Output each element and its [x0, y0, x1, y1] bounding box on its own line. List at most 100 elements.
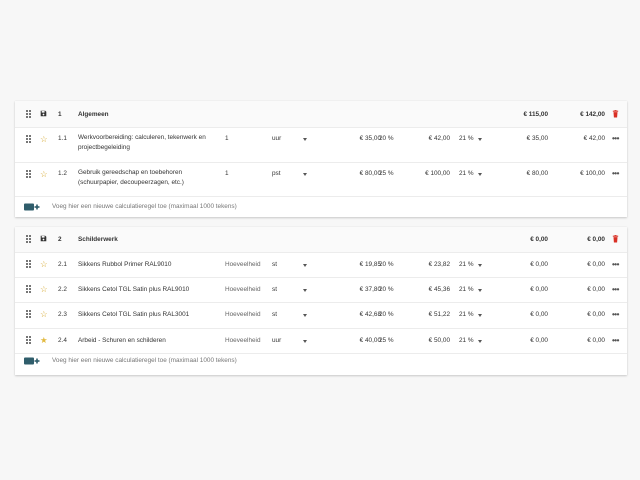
- section-total-incl: € 0,00: [587, 236, 605, 243]
- add-row[interactable]: Voeg hier een nieuwe calculatieregel toe…: [15, 353, 627, 375]
- section-title: Schilderwerk: [78, 236, 118, 243]
- row-vat[interactable]: 21 %: [459, 311, 474, 318]
- row-margin[interactable]: 20 %: [379, 286, 394, 293]
- save-icon[interactable]: [40, 235, 47, 242]
- row-margin[interactable]: 25 %: [379, 337, 394, 344]
- add-row[interactable]: Voeg hier een nieuwe calculatieregel toe…: [15, 196, 627, 217]
- row-unit[interactable]: st: [272, 311, 277, 318]
- add-row-icon[interactable]: [24, 356, 40, 366]
- row-quantity[interactable]: Hoeveelheid: [225, 337, 261, 344]
- row-quantity[interactable]: 1: [225, 135, 229, 142]
- section-total-excl: € 0,00: [530, 236, 548, 243]
- row-unit[interactable]: uur: [272, 135, 281, 142]
- caret-down-icon[interactable]: [303, 138, 307, 141]
- row-vat[interactable]: 21 %: [459, 170, 474, 177]
- star-icon[interactable]: ★: [40, 336, 48, 345]
- star-icon[interactable]: ☆: [40, 285, 48, 294]
- caret-down-icon[interactable]: [303, 173, 307, 176]
- row-price[interactable]: € 37,80: [360, 286, 381, 293]
- drag-handle-icon[interactable]: [26, 336, 32, 344]
- row-total-excl: € 0,00: [530, 337, 548, 344]
- row-total-excl: € 80,00: [526, 170, 548, 177]
- row-quantity[interactable]: Hoeveelheid: [225, 286, 261, 293]
- drag-handle-icon[interactable]: [26, 135, 32, 143]
- table-row[interactable]: ☆ 1.2 Gebruik gereedschap en toebehoren …: [15, 162, 627, 197]
- add-row-icon[interactable]: [24, 202, 40, 212]
- section-header: 1 Algemeen € 115,00 € 142,00: [15, 101, 627, 128]
- table-row[interactable]: ☆ 2.2 Sikkens Cetol TGL Satin plus RAL90…: [15, 277, 627, 303]
- caret-down-icon[interactable]: [478, 340, 482, 343]
- caret-down-icon[interactable]: [478, 314, 482, 317]
- row-total-excl: € 0,00: [530, 286, 548, 293]
- row-unit[interactable]: st: [272, 286, 277, 293]
- trash-icon[interactable]: [612, 235, 619, 243]
- section-header: 2 Schilderwerk € 0,00 € 0,00: [15, 227, 627, 253]
- row-price[interactable]: € 19,85: [360, 261, 381, 268]
- add-row-text[interactable]: Voeg hier een nieuwe calculatieregel toe…: [52, 203, 237, 210]
- table-row[interactable]: ☆ 2.3 Sikkens Cetol TGL Satin plus RAL30…: [15, 302, 627, 329]
- table-row[interactable]: ☆ 1.1 Werkvoorbereiding: calculeren, tek…: [15, 127, 627, 163]
- drag-handle-icon[interactable]: [26, 170, 32, 178]
- add-row-text[interactable]: Voeg hier een nieuwe calculatieregel toe…: [52, 357, 237, 364]
- table-row[interactable]: ☆ 2.1 Sikkens Rubbol Primer RAL9010 Hoev…: [15, 252, 627, 278]
- row-price[interactable]: € 35,00: [360, 135, 381, 142]
- save-icon[interactable]: [40, 110, 47, 117]
- caret-down-icon[interactable]: [478, 138, 482, 141]
- star-icon[interactable]: ☆: [40, 310, 48, 319]
- row-margin[interactable]: 20 %: [379, 135, 394, 142]
- star-icon[interactable]: ☆: [40, 135, 48, 144]
- row-price[interactable]: € 40,00: [360, 337, 381, 344]
- more-horizontal-icon[interactable]: •••: [612, 170, 619, 178]
- star-icon[interactable]: ☆: [40, 170, 48, 179]
- drag-handle-icon[interactable]: [26, 235, 32, 243]
- row-vat[interactable]: 21 %: [459, 135, 474, 142]
- row-margin[interactable]: 20 %: [379, 311, 394, 318]
- row-description[interactable]: Sikkens Cetol TGL Satin plus RAL9010: [78, 286, 189, 293]
- caret-down-icon[interactable]: [478, 173, 482, 176]
- row-description[interactable]: Arbeid - Schuren en schilderen: [78, 337, 166, 344]
- row-price[interactable]: € 80,00: [360, 170, 381, 177]
- row-description[interactable]: Sikkens Cetol TGL Satin plus RAL3001: [78, 311, 189, 318]
- row-description[interactable]: Werkvoorbereiding: calculeren, tekenwerk…: [78, 133, 218, 153]
- row-quantity[interactable]: Hoeveelheid: [225, 311, 261, 318]
- row-description[interactable]: Gebruik gereedschap en toebehoren (schuu…: [78, 168, 218, 188]
- drag-handle-icon[interactable]: [26, 285, 32, 293]
- row-unit[interactable]: pst: [272, 170, 281, 177]
- caret-down-icon[interactable]: [303, 314, 307, 317]
- row-unit[interactable]: uur: [272, 337, 281, 344]
- row-description[interactable]: Sikkens Rubbol Primer RAL9010: [78, 261, 171, 268]
- row-price[interactable]: € 42,68: [360, 311, 381, 318]
- row-quantity[interactable]: Hoeveelheid: [225, 261, 261, 268]
- row-price-total: € 51,22: [428, 311, 450, 318]
- row-price-total: € 45,36: [428, 286, 450, 293]
- section-total-incl: € 142,00: [580, 111, 605, 118]
- row-number: 2.2: [58, 286, 67, 293]
- row-number: 2.3: [58, 311, 67, 318]
- star-icon[interactable]: ☆: [40, 260, 48, 269]
- table-row[interactable]: ★ 2.4 Arbeid - Schuren en schilderen Hoe…: [15, 328, 627, 354]
- caret-down-icon[interactable]: [303, 264, 307, 267]
- row-vat[interactable]: 21 %: [459, 261, 474, 268]
- section-number: 1: [58, 111, 62, 118]
- drag-handle-icon[interactable]: [26, 260, 32, 268]
- more-horizontal-icon[interactable]: •••: [612, 135, 619, 143]
- caret-down-icon[interactable]: [303, 340, 307, 343]
- drag-handle-icon[interactable]: [26, 110, 32, 118]
- row-quantity[interactable]: 1: [225, 170, 229, 177]
- row-margin[interactable]: 20 %: [379, 261, 394, 268]
- row-number: 2.4: [58, 337, 67, 344]
- more-horizontal-icon[interactable]: •••: [612, 311, 619, 319]
- caret-down-icon[interactable]: [303, 289, 307, 292]
- more-horizontal-icon[interactable]: •••: [612, 337, 619, 345]
- more-horizontal-icon[interactable]: •••: [612, 261, 619, 269]
- row-unit[interactable]: st: [272, 261, 277, 268]
- more-horizontal-icon[interactable]: •••: [612, 286, 619, 294]
- row-price-total: € 100,00: [425, 170, 450, 177]
- row-vat[interactable]: 21 %: [459, 337, 474, 344]
- row-margin[interactable]: 25 %: [379, 170, 394, 177]
- trash-icon[interactable]: [612, 110, 619, 118]
- drag-handle-icon[interactable]: [26, 310, 32, 318]
- caret-down-icon[interactable]: [478, 289, 482, 292]
- caret-down-icon[interactable]: [478, 264, 482, 267]
- row-vat[interactable]: 21 %: [459, 286, 474, 293]
